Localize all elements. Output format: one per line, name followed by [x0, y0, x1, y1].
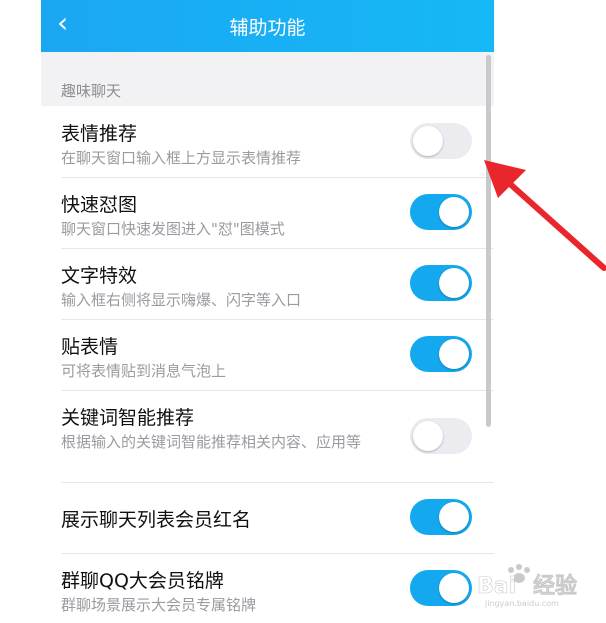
setting-title: 关键词智能推荐 [61, 407, 195, 429]
setting-title: 快速怼图 [61, 194, 138, 216]
setting-title: 文字特效 [61, 265, 138, 287]
toggle-knob [439, 268, 469, 298]
toggle-knob [439, 197, 469, 227]
toggle-switch[interactable] [410, 570, 472, 606]
toggle-switch[interactable] [410, 336, 472, 372]
setting-row-vip-red-name: 展示聊天列表会员红名 [41, 482, 494, 553]
page-title: 辅助功能 [229, 17, 306, 39]
setting-subtitle: 在聊天窗口输入框上方显示表情推荐 [61, 149, 302, 167]
setting-title: 展示聊天列表会员红名 [61, 509, 252, 531]
setting-row-emoji-recommend: 表情推荐 在聊天窗口输入框上方显示表情推荐 [41, 106, 494, 177]
toggle-knob [413, 421, 443, 451]
toggle-switch[interactable] [410, 123, 472, 159]
red-arrow-icon [484, 160, 606, 271]
setting-subtitle: 根据输入的关键词智能推荐相关内容、应用等 [61, 433, 362, 451]
setting-title: 群聊QQ大会员铭牌 [61, 570, 224, 592]
setting-title: 表情推荐 [61, 123, 138, 145]
settings-screen: ‹ 辅助功能 趣味聊天 表情推荐 在聊天窗口输入框上方显示表情推荐 快速怼图 聊… [41, 0, 494, 623]
toggle-switch[interactable] [410, 194, 472, 230]
setting-row-text-effects: 文字特效 输入框右侧将显示嗨爆、闪字等入口 [41, 248, 494, 319]
setting-row-keyword-recommend: 关键词智能推荐 根据输入的关键词智能推荐相关内容、应用等 [41, 390, 494, 482]
setting-subtitle: 输入框右侧将显示嗨爆、闪字等入口 [61, 291, 302, 309]
setting-title: 贴表情 [61, 336, 119, 358]
setting-subtitle: 聊天窗口快速发图进入"怼"图模式 [61, 220, 285, 238]
svg-text:jingyan.baidu.com: jingyan.baidu.com [484, 599, 559, 608]
toggle-switch[interactable] [410, 418, 472, 454]
toggle-switch[interactable] [410, 265, 472, 301]
baidu-jingyan-watermark-icon: Bai 经验 jingyan.baidu.com [477, 564, 577, 608]
toggle-knob [439, 502, 469, 532]
setting-row-sticker: 贴表情 可将表情贴到消息气泡上 [41, 319, 494, 390]
setting-subtitle: 可将表情贴到消息气泡上 [61, 362, 227, 380]
section-header: 趣味聊天 [61, 82, 122, 100]
setting-subtitle: 群聊场景展示大会员专属铭牌 [61, 596, 257, 614]
toggle-knob [413, 126, 443, 156]
settings-list: 表情推荐 在聊天窗口输入框上方显示表情推荐 快速怼图 聊天窗口快速发图进入"怼"… [41, 106, 494, 623]
svg-text:Bai: Bai [477, 574, 516, 599]
setting-row-quick-image: 快速怼图 聊天窗口快速发图进入"怼"图模式 [41, 177, 494, 248]
nav-bar: ‹ 辅助功能 [41, 0, 494, 52]
svg-text:经验: 经验 [533, 573, 577, 599]
toggle-knob [439, 339, 469, 369]
toggle-switch[interactable] [410, 499, 472, 535]
toggle-knob [439, 573, 469, 603]
setting-row-group-vip-badge: 群聊QQ大会员铭牌 群聊场景展示大会员专属铭牌 [41, 553, 494, 623]
